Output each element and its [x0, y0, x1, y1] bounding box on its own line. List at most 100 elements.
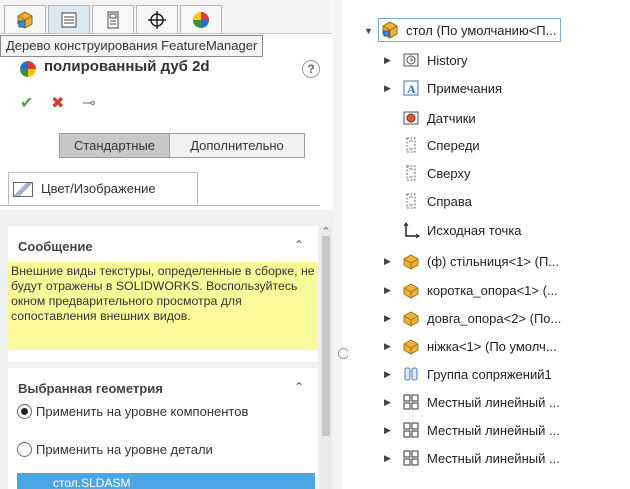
image-icon: [13, 182, 33, 197]
plane-icon: [402, 192, 420, 210]
property-manager-icon: [61, 12, 77, 27]
action-row: ✔ ✖ ⊸: [20, 93, 109, 113]
divider: [0, 205, 320, 206]
panel-splitter[interactable]: [333, 0, 343, 489]
radio-button[interactable]: [17, 403, 32, 419]
sensors-icon: [402, 109, 420, 127]
dimxpert-tab[interactable]: [136, 5, 178, 33]
configuration-manager-icon: [107, 11, 119, 28]
scroll-up-arrow-icon[interactable]: ⌃: [319, 226, 333, 238]
expand-arrow-icon[interactable]: ▶: [384, 453, 394, 463]
tree-item-label: довга_опора<2> (По...: [427, 310, 562, 326]
appearance-icon: [20, 61, 36, 77]
expand-arrow-icon[interactable]: ▼: [364, 26, 374, 36]
tree-item-label: History: [427, 52, 468, 68]
collapse-icon[interactable]: ⌃: [294, 380, 304, 394]
tree-item-label: Исходная точка: [427, 222, 522, 238]
radio-button[interactable]: [17, 441, 32, 457]
page-title: полированный дуб 2d: [44, 58, 210, 75]
tree-item-part[interactable]: ніжка<1> (По умолч...: [402, 335, 557, 357]
tree-item-label: Датчики: [427, 110, 476, 126]
part-icon: [402, 309, 420, 327]
tab-color-image[interactable]: Цвет/Изображение: [8, 172, 198, 206]
tree-item-part[interactable]: довга_опора<2> (По...: [402, 307, 561, 329]
tree-item-label: Группа сопряжений1: [427, 366, 552, 382]
pattern-icon: [402, 421, 420, 439]
standard-mode-button[interactable]: Стандартные: [59, 133, 170, 158]
tree-item-mates[interactable]: Группа сопряжений1: [402, 363, 552, 385]
tree-item-label: Примечания: [427, 80, 503, 96]
property-manager-tab[interactable]: [48, 5, 90, 33]
feature-manager-tab[interactable]: [4, 5, 46, 33]
tree-item-label: (ф) стільниця<1> (П...: [427, 253, 560, 269]
tree-item-label: Спереди: [427, 137, 480, 153]
selection-list-item[interactable]: стол.SLDASM: [17, 473, 315, 489]
history-icon: [402, 51, 420, 69]
annotations-icon: A: [402, 79, 420, 97]
display-manager-tab[interactable]: [180, 5, 222, 33]
expand-arrow-icon[interactable]: ▶: [384, 341, 394, 351]
expand-arrow-icon[interactable]: ▶: [384, 397, 394, 407]
advanced-mode-button[interactable]: Дополнительно: [170, 133, 305, 158]
svg-text:A: A: [407, 82, 416, 96]
expand-arrow-icon[interactable]: ▶: [384, 313, 394, 323]
expand-arrow-icon[interactable]: ▶: [384, 285, 394, 295]
section-title: Выбранная геометрия: [18, 381, 163, 396]
pattern-icon: [402, 393, 420, 411]
property-manager-panel: Дерево конструирования FeatureManager по…: [0, 0, 340, 489]
origin-icon: [402, 221, 420, 239]
mode-toggle: Стандартные Дополнительно: [59, 133, 305, 158]
manager-tab-strip: [0, 0, 332, 34]
section-title: Сообщение: [18, 239, 93, 254]
tree-item-history[interactable]: History: [402, 49, 467, 71]
tree-item-label: Местный линейный ...: [427, 450, 560, 466]
scrollbar-thumb[interactable]: [322, 236, 330, 436]
tree-item-front-plane[interactable]: Спереди: [402, 134, 480, 156]
tree-item-top-plane[interactable]: Сверху: [402, 162, 470, 184]
tree-item-annotations[interactable]: A Примечания: [402, 77, 502, 99]
assembly-icon: [381, 21, 399, 39]
tree-item-label: коротка_опора<1> (...: [427, 282, 558, 298]
tree-item-part[interactable]: (ф) стільниця<1> (П...: [402, 250, 559, 272]
tree-item-sensors[interactable]: Датчики: [402, 107, 476, 129]
tree-item-label: Справа: [427, 193, 472, 209]
tree-root[interactable]: стол (По умолчанию<П...: [378, 18, 562, 42]
expand-arrow-icon[interactable]: ▶: [384, 83, 394, 93]
tree-item-part[interactable]: коротка_опора<1> (...: [402, 279, 558, 301]
mates-icon: [402, 365, 420, 383]
cancel-icon[interactable]: ✖: [51, 93, 64, 113]
pin-icon[interactable]: ⊸: [82, 93, 95, 113]
tooltip: Дерево конструирования FeatureManager: [0, 35, 264, 57]
radio-part-level[interactable]: Применить на уровне детали: [17, 439, 213, 459]
selected-geometry-section: Выбранная геометрия ⌃ Применить на уровн…: [8, 368, 318, 489]
expand-arrow-icon[interactable]: ▶: [384, 425, 394, 435]
crosshair-icon: [148, 10, 166, 29]
radio-label: Применить на уровне компонентов: [36, 403, 249, 419]
tree-item-pattern[interactable]: Местный линейный ...: [402, 419, 560, 441]
expand-arrow-icon[interactable]: ▶: [384, 256, 394, 266]
part-icon: [402, 252, 420, 270]
tab-label: Цвет/Изображение: [41, 181, 156, 196]
radio-label: Применить на уровне детали: [36, 441, 213, 457]
radio-component-level[interactable]: Применить на уровне компонентов: [17, 401, 248, 421]
tree-item-pattern[interactable]: Местный линейный ...: [402, 391, 560, 413]
tree-item-label: Сверху: [427, 165, 471, 181]
tree-item-pattern[interactable]: Местный линейный ...: [402, 447, 560, 469]
configuration-manager-tab[interactable]: [92, 5, 134, 33]
feature-tree-panel: ▼ стол (По умолчанию<П... ▶ History ▶ A …: [348, 0, 630, 489]
help-icon[interactable]: ?: [302, 60, 320, 78]
tree-item-label: ніжка<1> (По умолч...: [427, 338, 557, 354]
tree-root-label: стол (По умолчанию<П...: [406, 22, 557, 38]
part-icon: [402, 281, 420, 299]
tree-item-right-plane[interactable]: Справа: [402, 190, 472, 212]
collapse-icon[interactable]: ⌃: [294, 238, 304, 252]
tree-item-label: Местный линейный ...: [427, 394, 560, 410]
expand-arrow-icon[interactable]: ▶: [384, 369, 394, 379]
pattern-icon: [402, 449, 420, 467]
property-header: полированный дуб 2d ?: [20, 58, 320, 80]
part-icon: [402, 337, 420, 355]
expand-arrow-icon[interactable]: ▶: [384, 55, 394, 65]
ok-icon[interactable]: ✔: [20, 93, 33, 113]
message-text: Внешние виды текстуры, определенные в сб…: [8, 262, 318, 350]
tree-item-origin[interactable]: Исходная точка: [402, 219, 522, 241]
